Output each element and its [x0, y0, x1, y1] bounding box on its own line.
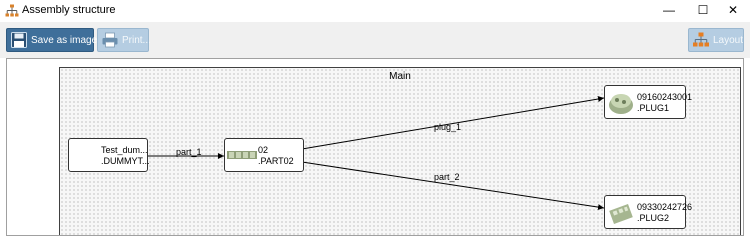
node-plug1-type: .PLUG1 — [637, 103, 670, 113]
node-part02[interactable]: 02 .PART02 — [224, 138, 304, 172]
print-button[interactable]: Print... — [97, 28, 151, 52]
save-as-image-label: Save as image... — [31, 34, 106, 46]
print-label: Print... — [122, 34, 151, 46]
node-plug1[interactable]: 09160243001 .PLUG1 — [604, 85, 692, 119]
edge-label-part-1: part_1 — [176, 147, 202, 157]
node-part02-type: .PART02 — [258, 156, 294, 166]
diagram-canvas[interactable]: Main part_1 plug_1 part_2 Test_dum... .D… — [6, 58, 744, 236]
edge-label-plug-1: plug_1 — [434, 122, 462, 132]
plug2-thumbnail-icon — [609, 204, 633, 224]
node-plug1-name: 09160243001 — [637, 92, 693, 102]
window-title: Assembly structure — [22, 4, 116, 16]
node-plug2[interactable]: 09330242726 .PLUG2 — [604, 195, 692, 229]
edge-part-2[interactable] — [301, 161, 605, 211]
save-as-image-button[interactable]: Save as image... — [6, 28, 105, 52]
node-root-type: .DUMMYT... — [101, 156, 150, 166]
part02-thumbnail-icon — [227, 151, 257, 159]
node-plug2-type: .PLUG2 — [637, 213, 670, 223]
hierarchy-layout-icon — [693, 32, 709, 47]
tree-structure-icon — [5, 4, 19, 17]
maximize-button[interactable]: ☐ — [686, 0, 720, 22]
layout-button[interactable]: Layout — [688, 28, 744, 52]
main-group: Main part_1 plug_1 part_2 Test_dum... .D… — [59, 67, 741, 235]
edge-label-part-2: part_2 — [434, 172, 460, 182]
node-plug2-name: 09330242726 — [637, 202, 693, 212]
node-root-name: Test_dum... — [101, 145, 148, 155]
title-bar: Assembly structure — ☐ ✕ — [0, 0, 750, 22]
node-root[interactable]: Test_dum... .DUMMYT... — [68, 138, 150, 172]
floppy-disk-icon — [11, 32, 27, 48]
printer-icon — [102, 32, 118, 48]
toolbar: Save as image... Print... Layout — [0, 22, 750, 58]
node-part02-name: 02 — [258, 145, 269, 155]
minimize-button[interactable]: — — [652, 0, 686, 22]
plug1-thumbnail-icon — [609, 94, 633, 114]
close-button[interactable]: ✕ — [716, 0, 750, 22]
layout-label: Layout — [713, 34, 744, 46]
